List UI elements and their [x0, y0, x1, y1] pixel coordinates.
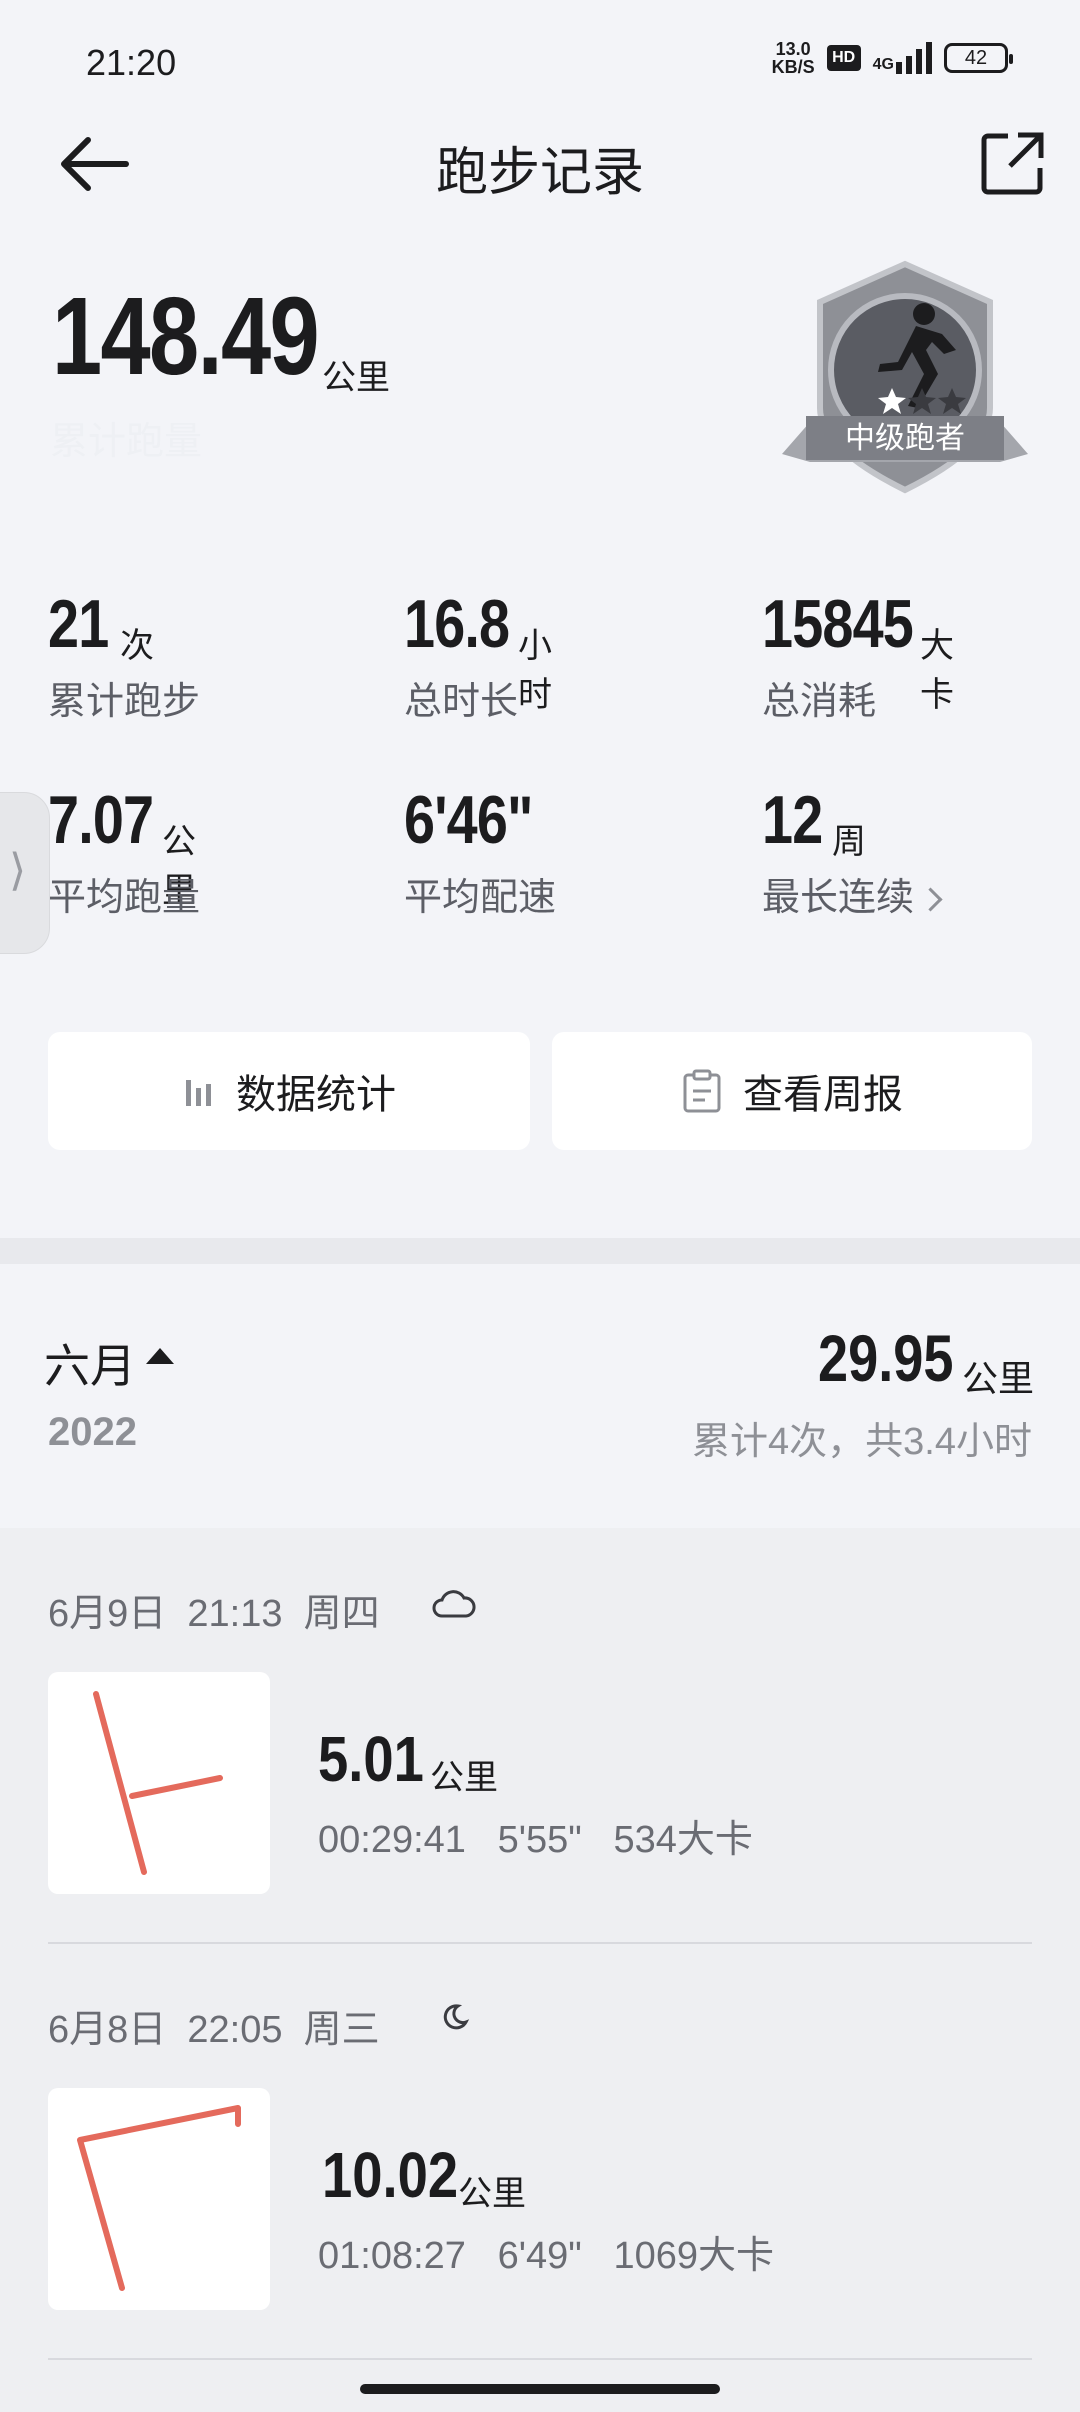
total-distance-caption: 累计跑量	[50, 421, 203, 463]
moon-icon	[443, 2004, 470, 2030]
route-map	[93, 1691, 223, 1875]
total-distance-unit: 公里	[322, 359, 390, 397]
stat-longest-streak[interactable]: 12 周 最长连续	[762, 786, 943, 919]
stat-average-distance: 7.07 公里 平均跑量	[48, 782, 201, 919]
data-stats-button[interactable]: 数据统计	[48, 1032, 530, 1150]
route-map	[77, 2105, 241, 2291]
share-button[interactable]	[980, 130, 1046, 196]
page-title: 跑步记录	[435, 144, 644, 202]
list-divider	[48, 2358, 1032, 2360]
list-divider	[48, 1942, 1032, 1944]
chevron-right-icon: ⟩	[9, 846, 27, 895]
record-details: 00:29:41 5'55" 534大卡	[318, 1819, 753, 1861]
status-time: 21:20	[86, 42, 177, 83]
section-divider	[0, 1238, 1080, 1264]
month-selector[interactable]: 六月	[44, 1330, 136, 1396]
badge-icon: 中级跑者	[782, 260, 1028, 494]
year-label: 2022	[48, 1410, 137, 1454]
total-distance: 148.49	[52, 275, 320, 398]
stat-total-duration: 16.8 小时 总时长	[404, 586, 552, 723]
record-date: 6月9日 21:13 周四	[48, 1593, 380, 1635]
caret-up-icon[interactable]	[146, 1348, 174, 1364]
month-summary: 累计4次，共3.4小时	[692, 1421, 1032, 1463]
battery-icon: 42	[944, 43, 1013, 73]
month-distance-unit: 公里	[962, 1358, 1035, 1399]
weekly-report-button[interactable]: 查看周报	[552, 1032, 1032, 1150]
share-icon	[981, 132, 1044, 195]
stat-total-runs: 21 次 累计跑步	[48, 586, 201, 723]
record-date: 6月8日 22:05 周三	[48, 2009, 380, 2051]
route-thumbnail[interactable]	[48, 1672, 270, 1894]
runner-level-badge[interactable]: 中级跑者	[780, 258, 1030, 498]
cloud-icon	[432, 1590, 476, 1618]
stat-average-pace: 6'46" 平均配速	[404, 782, 557, 919]
record-distance: 5.01	[318, 1723, 424, 1795]
side-panel-handle[interactable]: ⟩	[0, 792, 50, 954]
month-distance: 29.95	[818, 1321, 954, 1395]
home-indicator[interactable]	[360, 2384, 720, 2394]
stat-total-calories: 15845 大卡 总消耗	[762, 586, 954, 723]
status-icons: 13.0 KB/S HD 4G 42	[771, 39, 1013, 77]
record-distance-unit: 公里	[430, 1759, 498, 1797]
clipboard-icon	[683, 1069, 721, 1113]
badge-label: 中级跑者	[845, 421, 965, 456]
net-speed: 13.0 KB/S	[771, 39, 815, 77]
chevron-right-icon	[918, 887, 943, 912]
signal-icon: 4G	[873, 42, 932, 74]
bar-chart-icon	[186, 1080, 211, 1106]
hd-icon: HD	[826, 45, 861, 71]
month-summary-section	[0, 1264, 1080, 1528]
record-distance-unit: 公里	[458, 2175, 526, 2213]
route-thumbnail[interactable]	[48, 2088, 270, 2310]
record-details: 01:08:27 6'49" 1069大卡	[318, 2235, 774, 2277]
record-distance: 10.02	[322, 2139, 459, 2211]
